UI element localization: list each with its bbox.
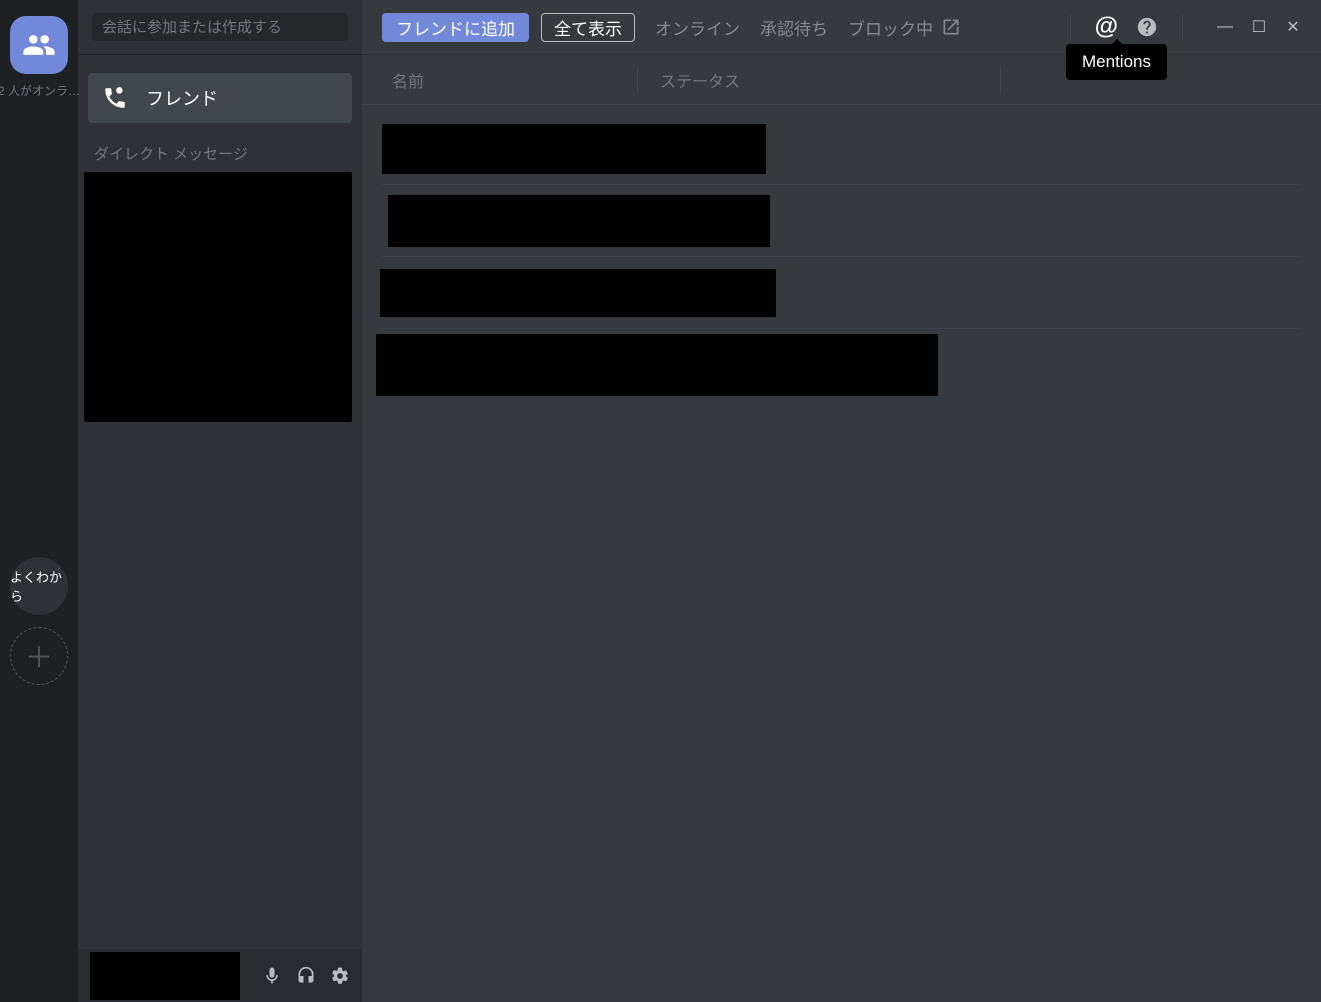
dm-header: ダイレクト メッセージ (94, 143, 346, 164)
divider (1070, 14, 1071, 40)
minimize-icon[interactable]: — (1217, 18, 1233, 36)
close-icon[interactable]: ✕ (1285, 17, 1301, 37)
friends-guild-icon[interactable] (10, 16, 68, 74)
dm-list-redacted (84, 172, 352, 422)
user-info-redacted (90, 952, 240, 1000)
friend-row[interactable] (382, 329, 1301, 401)
friend-row[interactable] (382, 257, 1301, 329)
window-controls: — ☐ ✕ (1217, 17, 1301, 37)
help-icon[interactable] (1136, 16, 1158, 38)
header-icons: @ — ☐ ✕ (1064, 13, 1301, 41)
mentions-icon[interactable]: @ (1095, 13, 1118, 41)
search-wrap (78, 0, 362, 55)
main-column: フレンドに追加 全て表示 オンライン 承認待ち ブロック中 @ — ☐ ✕ Me… (362, 0, 1321, 1002)
user-panel (78, 949, 362, 1002)
gear-icon[interactable] (330, 966, 350, 986)
mentions-tooltip: Mentions (1066, 44, 1167, 80)
add-server-button[interactable]: ＋ (10, 627, 68, 685)
col-name: 名前 (392, 68, 638, 92)
tab-pending[interactable]: 承認待ち (760, 15, 828, 40)
people-icon (22, 28, 56, 62)
friends-tab-label: フレンド (146, 85, 218, 111)
tab-all[interactable]: 全て表示 (541, 13, 635, 42)
redacted (376, 334, 938, 396)
friends-tab[interactable]: フレンド (88, 73, 352, 123)
header-bar: フレンドに追加 全て表示 オンライン 承認待ち ブロック中 @ — ☐ ✕ (362, 0, 1321, 55)
redacted (380, 269, 776, 317)
col-status: ステータス (638, 68, 1001, 92)
redacted (382, 124, 766, 174)
friends-list (362, 105, 1321, 409)
guild-server[interactable]: よくわから (10, 557, 68, 615)
mic-icon[interactable] (262, 966, 282, 986)
add-friend-button[interactable]: フレンドに追加 (382, 13, 529, 42)
search-input[interactable] (92, 13, 348, 41)
online-count: 2 人がオンラ… (0, 82, 80, 99)
tab-online[interactable]: オンライン (655, 15, 740, 40)
new-window-icon[interactable] (941, 17, 961, 37)
redacted (388, 195, 770, 247)
maximize-icon[interactable]: ☐ (1251, 17, 1267, 37)
friend-row[interactable] (382, 185, 1301, 257)
friend-row[interactable] (382, 113, 1301, 185)
divider (1182, 14, 1183, 40)
phone-person-icon (102, 85, 128, 111)
channels-column: フレンド ダイレクト メッセージ (78, 0, 362, 1002)
table-header: 名前 ステータス (362, 55, 1321, 105)
headset-icon[interactable] (296, 966, 316, 986)
tab-blocked[interactable]: ブロック中 (848, 15, 933, 40)
tab-blocked-wrap: ブロック中 (840, 15, 961, 40)
guilds-column: 2 人がオンラ… よくわから ＋ (0, 0, 78, 1002)
